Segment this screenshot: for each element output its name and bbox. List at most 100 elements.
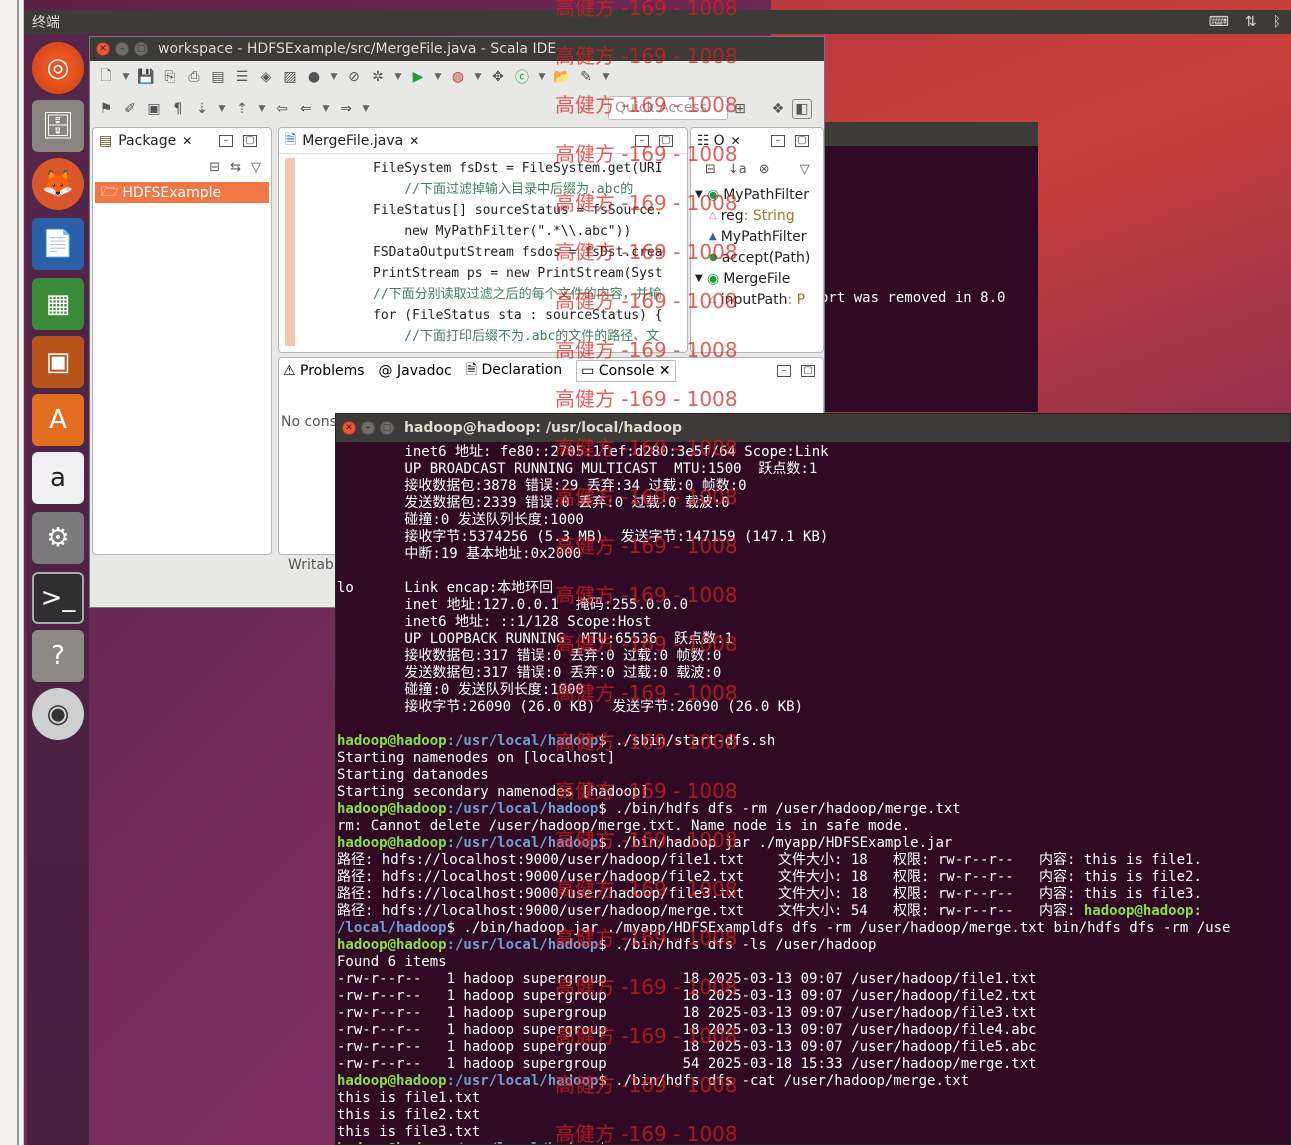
open-type-icon[interactable]: 📂 bbox=[552, 67, 572, 87]
link-editor-icon[interactable]: ⇆ bbox=[230, 160, 241, 175]
outline-item[interactable]: ▼ ◉ MergeFile bbox=[695, 268, 823, 289]
package-tab[interactable]: ▤ Package ✕ – ▢ bbox=[93, 128, 271, 154]
scala-perspective-icon[interactable]: ❖ bbox=[768, 99, 788, 119]
outline-item[interactable]: ● accept(Path) bbox=[695, 247, 823, 268]
outline-tab[interactable]: ☷ O ✕ – ▢ bbox=[691, 128, 823, 154]
chevron-down-icon[interactable]: ▼ bbox=[695, 189, 707, 200]
files-icon[interactable]: 🗄 bbox=[32, 100, 84, 152]
calc-icon[interactable]: ▦ bbox=[32, 278, 84, 330]
run-icon[interactable]: ▶ bbox=[408, 67, 428, 87]
close-icon[interactable]: ✕ bbox=[409, 134, 419, 148]
maximize-button[interactable]: ▢ bbox=[380, 421, 394, 435]
view-menu-icon[interactable]: ▽ bbox=[800, 162, 810, 177]
open-perspective-icon[interactable]: ⊞ bbox=[730, 99, 750, 119]
outline-item[interactable]: ▼ ◉ MyPathFilter bbox=[695, 184, 823, 205]
settings-icon[interactable]: ⚙ bbox=[32, 512, 84, 564]
pen-icon[interactable]: ✎ bbox=[576, 67, 596, 87]
outline-item[interactable]: △ reg : String bbox=[695, 205, 823, 226]
outline-item[interactable]: △ inputPath : P bbox=[695, 289, 823, 310]
close-button[interactable]: ✕ bbox=[96, 42, 110, 56]
chevron-down-icon[interactable]: ▼ bbox=[360, 99, 372, 119]
maximize-view-icon[interactable]: ▢ bbox=[795, 135, 809, 147]
terminal-titlebar[interactable]: ✕ – ▢ hadoop@hadoop: /usr/local/hadoop bbox=[336, 414, 1290, 442]
chevron-down-icon[interactable]: ▼ bbox=[695, 273, 707, 284]
terminal-icon[interactable]: >_ bbox=[32, 572, 84, 624]
firefox-icon[interactable]: 🦊 bbox=[32, 158, 84, 210]
external-tools-icon[interactable]: ◍ bbox=[448, 67, 468, 87]
back-icon[interactable]: ⇐ bbox=[296, 99, 316, 119]
writer-icon[interactable]: 📄 bbox=[32, 218, 84, 270]
chevron-down-icon[interactable]: ▼ bbox=[328, 67, 340, 87]
close-icon[interactable]: ✕ bbox=[731, 134, 741, 148]
forward-icon[interactable]: ⇒ bbox=[336, 99, 356, 119]
keyboard-icon[interactable]: ⌨ bbox=[1209, 14, 1229, 30]
chevron-down-icon[interactable]: ▼ bbox=[472, 67, 484, 87]
software-center-icon[interactable]: A bbox=[32, 394, 84, 446]
minimize-button[interactable]: – bbox=[115, 42, 129, 56]
skip-icon[interactable]: ⊘ bbox=[344, 67, 364, 87]
next-annotation-icon[interactable]: ⇣ bbox=[192, 99, 212, 119]
help-icon[interactable]: ? bbox=[32, 630, 84, 682]
chevron-down-icon[interactable]: ▼ bbox=[320, 99, 332, 119]
chevron-down-icon[interactable]: ▼ bbox=[120, 67, 132, 87]
save-all-icon[interactable]: ⎘ bbox=[160, 67, 180, 87]
collapse-all-icon[interactable]: ⊟ bbox=[209, 160, 220, 175]
last-edit-icon[interactable]: ⇦ bbox=[272, 99, 292, 119]
code-editor[interactable]: 🗎 MergeFile.java ✕ – ▢ FileSystem fsDst =… bbox=[278, 127, 688, 353]
editor-tab[interactable]: 🗎 MergeFile.java ✕ – ▢ bbox=[279, 128, 687, 154]
tab-javadoc[interactable]: @ Javadoc bbox=[379, 363, 452, 379]
dvd-icon[interactable]: ◉ bbox=[32, 688, 84, 740]
print-icon[interactable]: ⎙ bbox=[184, 67, 204, 87]
view-menu-icon[interactable]: ▽ bbox=[251, 160, 261, 175]
new-package-icon[interactable]: ✥ bbox=[488, 67, 508, 87]
minimize-view-icon[interactable]: – bbox=[219, 135, 233, 147]
task-icon[interactable]: ☰ bbox=[232, 67, 252, 87]
amazon-icon[interactable]: a bbox=[32, 452, 84, 504]
network-sort-icon[interactable]: ⇅ bbox=[1245, 14, 1257, 30]
chevron-down-icon[interactable]: ▼ bbox=[392, 67, 404, 87]
code-area[interactable]: FileSystem fsDst = FileSystem.get(URI //… bbox=[285, 158, 679, 346]
highlight-icon[interactable]: ✐ bbox=[120, 99, 140, 119]
close-button[interactable]: ✕ bbox=[342, 421, 356, 435]
tab-problems[interactable]: ⚠ Problems bbox=[283, 363, 365, 379]
eclipse-titlebar[interactable]: ✕ – ▢ workspace - HDFSExample/src/MergeF… bbox=[90, 37, 824, 61]
tab-declaration[interactable]: 🗎 Declaration bbox=[466, 359, 562, 383]
chevron-down-icon[interactable]: ▼ bbox=[432, 67, 444, 87]
user-icon[interactable]: ● bbox=[304, 67, 324, 87]
background-terminal[interactable]: ort was removed in 8.0 bbox=[820, 122, 1038, 412]
close-icon[interactable]: ✕ bbox=[659, 363, 671, 379]
chevron-down-icon[interactable]: ▼ bbox=[536, 67, 548, 87]
maximize-button[interactable]: ▢ bbox=[134, 42, 148, 56]
minimize-button[interactable]: – bbox=[361, 421, 375, 435]
show-whitespace-icon[interactable]: ¶ bbox=[168, 99, 188, 119]
block-icon[interactable]: ▣ bbox=[144, 99, 164, 119]
ubuntu-dash-icon[interactable]: ◎ bbox=[32, 42, 84, 94]
close-icon[interactable]: ✕ bbox=[182, 134, 192, 148]
bluetooth-icon[interactable]: ᛒ bbox=[1273, 14, 1281, 30]
new-file-icon[interactable]: 🗋 bbox=[96, 67, 116, 87]
chevron-down-icon[interactable]: ▼ bbox=[216, 99, 228, 119]
package-icon[interactable]: ▨ bbox=[280, 67, 300, 87]
project-item[interactable]: 🗁 HDFSExample bbox=[95, 182, 269, 203]
chevron-down-icon[interactable]: ▼ bbox=[256, 99, 268, 119]
new-class-icon[interactable]: ⓒ bbox=[512, 67, 532, 87]
quick-access-input[interactable]: Quick Access bbox=[608, 96, 728, 120]
minimize-view-icon[interactable]: – bbox=[635, 134, 649, 147]
java-perspective-icon[interactable]: ◧ bbox=[792, 99, 812, 119]
outline-item[interactable]: ▲ MyPathFilter bbox=[695, 226, 823, 247]
sort-icon[interactable]: ↓a bbox=[728, 162, 747, 177]
maximize-view-icon[interactable]: ▢ bbox=[659, 134, 673, 147]
chevron-down-icon[interactable]: ▼ bbox=[600, 67, 612, 87]
terminal-window[interactable]: ✕ – ▢ hadoop@hadoop: /usr/local/hadoop i… bbox=[335, 413, 1291, 1145]
hide-fields-icon[interactable]: ⊗ bbox=[759, 162, 770, 177]
minimize-view-icon[interactable]: – bbox=[771, 135, 785, 147]
prev-annotation-icon[interactable]: ⇡ bbox=[232, 99, 252, 119]
build-icon[interactable]: ▤ bbox=[208, 67, 228, 87]
tab-console[interactable]: ▭ Console ✕ bbox=[576, 360, 676, 382]
scala-icon[interactable]: ◈ bbox=[256, 67, 276, 87]
debug-icon[interactable]: ✲ bbox=[368, 67, 388, 87]
impress-icon[interactable]: ▣ bbox=[32, 336, 84, 388]
terminal-output[interactable]: inet6 地址: fe80::2705:1fef:d280:3e5f/64 S… bbox=[336, 444, 1290, 1144]
save-icon[interactable]: 💾 bbox=[136, 67, 156, 87]
maximize-view-icon[interactable]: ▢ bbox=[801, 365, 815, 377]
